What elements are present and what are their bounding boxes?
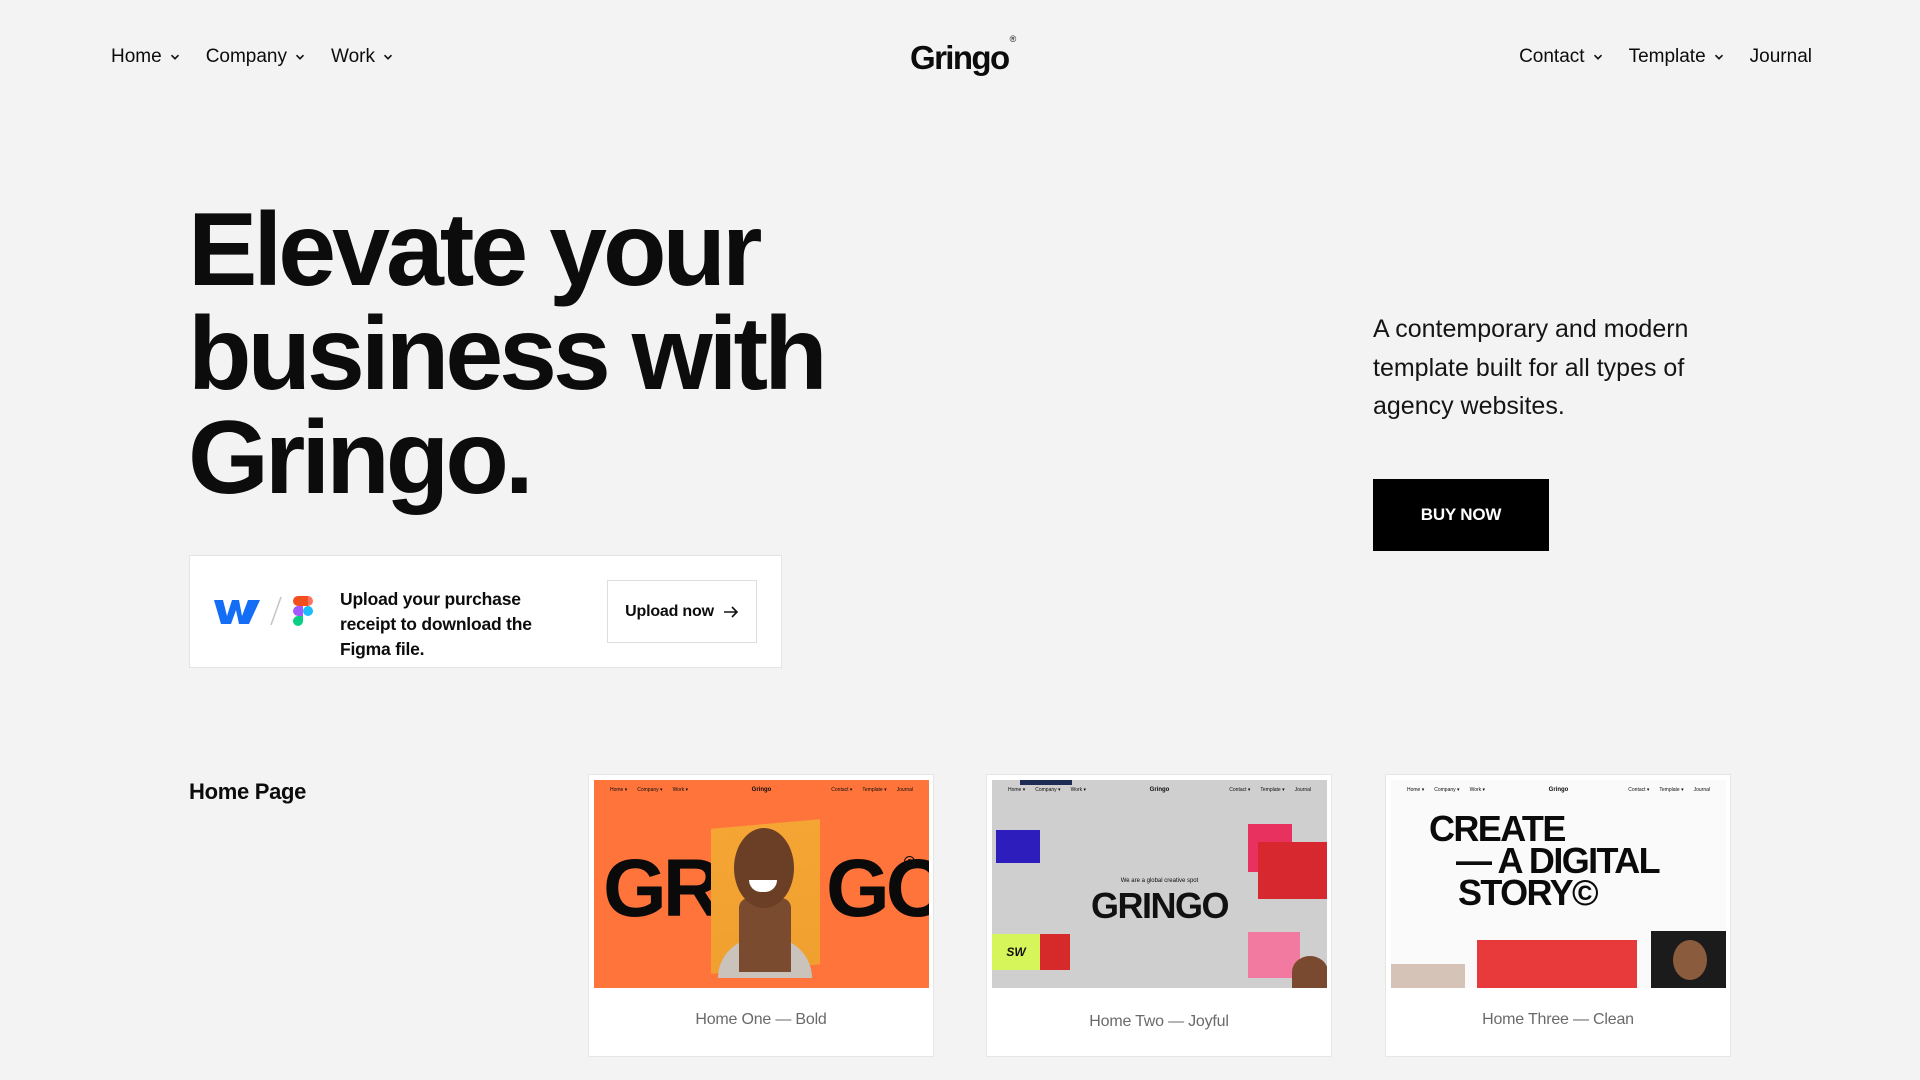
thumb-image — [1020, 780, 1072, 785]
thumb-headline-line: STORY© — [1458, 872, 1599, 913]
nav-item-label: Home — [111, 46, 162, 67]
thumb-image — [1292, 956, 1327, 988]
thumb-headline: CREATE — A DIGITAL STORY© — [1429, 811, 1661, 913]
nav-item-company[interactable]: Company — [206, 44, 305, 70]
hero-description: A contemporary and modern template built… — [1373, 315, 1689, 420]
chevron-down-icon — [295, 54, 305, 60]
nav-item-label: Contact — [1519, 46, 1585, 67]
mini-nav-item: Journal — [896, 787, 913, 793]
site-logo[interactable]: Gringo® — [910, 34, 1016, 78]
mini-nav-item: Template ▾ — [1260, 787, 1285, 793]
nav-item-work[interactable]: Work — [331, 44, 393, 70]
chevron-down-icon — [383, 54, 393, 60]
thumb-image — [1673, 940, 1707, 980]
nav-item-template[interactable]: Template — [1629, 44, 1724, 70]
hero-title: Elevate your business with Gringo. — [188, 198, 948, 510]
nav-item-contact[interactable]: Contact — [1519, 44, 1602, 70]
card-caption: Home One — Bold — [695, 1011, 827, 1028]
mini-nav-item: Journal — [1294, 787, 1311, 793]
chevron-down-icon — [1714, 54, 1723, 60]
mini-nav: Home ▾ Company ▾ Work ▾ Gringo Contact ▾ Te… — [594, 786, 929, 794]
mini-nav-item: Template ▾ — [1659, 787, 1684, 793]
hero-title-line: Elevate your — [188, 192, 763, 308]
home-three-card[interactable]: Home ▾ Company ▾ Work ▾ Gringo Contact ▾ Te… — [1385, 774, 1731, 1057]
home-one-thumbnail: Home ▾ Company ▾ Work ▾ Gringo Contact ▾ Te… — [594, 780, 929, 988]
thumb-image — [1040, 934, 1070, 970]
mini-nav: Home ▾ Company ▾ Work ▾ Gringo Contact ▾ Te… — [1391, 786, 1726, 794]
nav-item-label: Template — [1628, 46, 1706, 67]
thumb-headline: GRINGO — [1090, 885, 1230, 926]
home-three-thumbnail: Home ▾ Company ▾ Work ▾ Gringo Contact ▾ Te… — [1391, 780, 1726, 988]
mini-nav: Home ▾ Company ▾ Work ▾ Gringo Contact ▾ Te… — [992, 786, 1327, 794]
arrow-right-icon — [723, 605, 738, 618]
thumb-badge: SW — [992, 934, 1040, 970]
top-navigation: Home Company Work Gringo® Contact Templa… — [0, 0, 1920, 112]
nav-left-group: Home Company Work — [111, 44, 393, 70]
mini-nav-item: Contact ▾ — [1628, 787, 1650, 793]
upload-instructions: Upload your purchase receipt to download… — [340, 589, 532, 659]
home-two-card[interactable]: Home ▾ Company ▾ Work ▾ Gringo Contact ▾ Te… — [986, 774, 1332, 1057]
mini-nav-item: Template ▾ — [862, 787, 887, 793]
webflow-icon — [214, 600, 260, 624]
slash-separator-icon — [270, 596, 282, 626]
upload-now-button[interactable]: Upload now — [607, 580, 757, 643]
hero-title-line: Gringo. — [188, 400, 534, 516]
upload-now-label: Upload now — [625, 602, 714, 620]
nav-item-label: Journal — [1749, 46, 1812, 67]
mini-nav-item: Journal — [1693, 787, 1710, 793]
nav-item-label: Company — [205, 46, 288, 67]
chevron-down-icon — [1593, 54, 1602, 60]
registered-mark: ® — [1009, 34, 1017, 44]
nav-right-group: Contact Template Journal — [1519, 44, 1812, 70]
figma-icon — [293, 596, 313, 626]
copyright-icon: c — [904, 856, 915, 867]
nav-item-label: Work — [331, 46, 375, 67]
mini-nav-item: Contact ▾ — [831, 787, 853, 793]
portrait-face — [734, 828, 794, 908]
mini-nav-item: Contact ▾ — [1229, 787, 1251, 793]
home-one-card[interactable]: Home ▾ Company ▾ Work ▾ Gringo Contact ▾ Te… — [588, 774, 934, 1057]
thumb-image — [1477, 940, 1637, 988]
thumb-headline-part: GO — [826, 843, 929, 934]
card-caption: Home Two — Joyful — [1089, 1013, 1229, 1030]
card-caption: Home Three — Clean — [1482, 1011, 1634, 1028]
chevron-down-icon — [170, 54, 179, 60]
nav-item-journal[interactable]: Journal — [1750, 44, 1812, 70]
portrait-neck — [739, 898, 791, 972]
buy-now-button[interactable]: BUY NOW — [1373, 479, 1549, 551]
nav-item-home[interactable]: Home — [111, 44, 180, 70]
thumb-image — [1391, 964, 1465, 988]
section-label: Home Page — [189, 779, 307, 804]
logo-text: Gringo — [910, 39, 1010, 76]
tool-icons — [214, 594, 314, 628]
thumb-headline-part: GR — [603, 843, 722, 934]
upload-receipt-card: Upload your purchase receipt to download… — [189, 555, 782, 668]
home-two-thumbnail: Home ▾ Company ▾ Work ▾ Gringo Contact ▾ Te… — [992, 780, 1327, 988]
thumb-tagline: We are a global creative spot — [1120, 878, 1199, 884]
hero-title-line: business with — [188, 296, 828, 412]
thumb-image — [996, 830, 1040, 863]
